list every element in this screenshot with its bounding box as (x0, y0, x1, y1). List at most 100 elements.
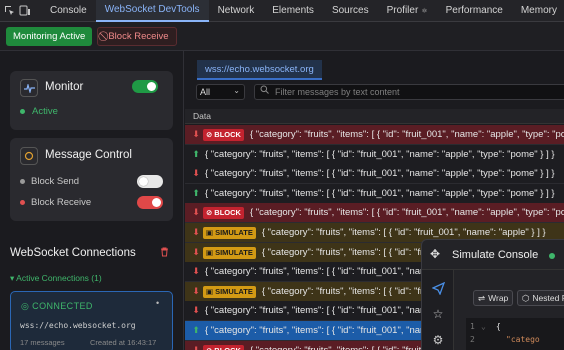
tab-console[interactable]: Console (41, 0, 96, 22)
message-text: { "category": "fruits", "items": [ { "id… (261, 227, 546, 238)
tab-profiler[interactable]: Profiler ⚛ (378, 0, 437, 22)
data-column-header: Data (185, 109, 564, 124)
message-control-card: Message Control Block Send Block Receive (10, 138, 173, 221)
block-icon: ⊘ (206, 130, 213, 139)
tab-elements[interactable]: Elements (263, 0, 323, 22)
incoming-arrow-icon: ⬇ (192, 247, 200, 257)
inspect-element-icon[interactable] (4, 3, 15, 19)
badge-label: SIMULATE (215, 287, 253, 296)
badge-label: BLOCK (214, 130, 241, 139)
message-text: { "category": "fruits", "items": [ { "id… (205, 188, 555, 199)
block-receive-sidebar-label: Block Receive (31, 197, 92, 208)
message-row[interactable]: ⬇ { "category": "fruits", "items": [ { "i… (185, 164, 564, 184)
block-receive-button[interactable]: ⃠ Block Receive (97, 26, 177, 46)
message-row[interactable]: ⬆ { "category": "fruits", "items": [ { "i… (185, 184, 564, 204)
direction-filter-select[interactable]: All ⌄ (196, 84, 245, 100)
search-icon (260, 85, 269, 96)
tab-memory[interactable]: Memory (512, 0, 564, 22)
incoming-arrow-icon: ⬇ (192, 207, 200, 217)
simulate-badge: ▣ SIMULATE (203, 285, 256, 298)
tab-profiler-label: Profiler (386, 5, 419, 16)
block-badge: ⊘BLOCK (203, 344, 244, 350)
connection-menu-icon[interactable]: • (156, 298, 159, 308)
line-number: 2 (470, 335, 475, 344)
monitor-status-text: Active (32, 106, 58, 117)
wrap-icon: ⇌ (478, 292, 486, 303)
sidebar: Monitor Active Message Control Block Sen… (0, 51, 184, 350)
block-send-label: Block Send (31, 176, 80, 187)
tab-sources[interactable]: Sources (323, 0, 378, 22)
connection-status-text: CONNECTED (32, 301, 93, 311)
connection-card[interactable]: ◎ CONNECTED • wss://echo.websocket.org 1… (10, 291, 173, 350)
monitor-title: Monitor (45, 81, 84, 93)
code-line: "catego (506, 335, 540, 344)
incoming-arrow-icon: ⬇ (192, 286, 200, 296)
code-editor[interactable]: 1 ⌄ { 2 "catego (466, 318, 564, 350)
block-icon: ⊘ (206, 346, 212, 350)
connection-status: ◎ CONNECTED (21, 301, 93, 312)
connection-url-tab[interactable]: wss://echo.websocket.org (197, 60, 322, 80)
simulate-console: ✥ Simulate Console ☆ ⚙ ⇌ Wrap ⬡ Nested P 1… (421, 239, 564, 350)
code-line: { (496, 322, 501, 331)
message-text: { "category": "fruits", "items": [ { "id… (205, 149, 555, 160)
block-badge: ⊘BLOCK (203, 128, 244, 141)
devtools-window: Console WebSocket DevTools Network Eleme… (0, 0, 564, 350)
activity-icon (20, 79, 38, 97)
search-placeholder: Filter messages by text content (275, 87, 400, 97)
message-row[interactable]: ⬇⊘BLOCK{ "category": "fruits", "items": … (185, 125, 564, 145)
simulate-sidebar: ☆ ⚙ (422, 270, 454, 350)
gear-icon[interactable]: ⚙ (422, 328, 454, 350)
send-icon[interactable] (422, 276, 454, 300)
simulate-icon: ▣ (206, 287, 214, 296)
wrap-label: Wrap (488, 293, 509, 303)
monitor-toggle[interactable] (132, 80, 158, 93)
message-control-title: Message Control (45, 149, 132, 161)
simulate-icon: ▣ (206, 228, 214, 237)
simulate-badge: ▣ SIMULATE (203, 226, 256, 239)
badge-label: SIMULATE (215, 228, 253, 237)
check-circle-icon: ◎ (21, 301, 30, 311)
chevron-down-icon: ⌄ (233, 86, 240, 95)
message-search-input[interactable]: Filter messages by text content (254, 84, 564, 100)
incoming-arrow-icon: ⬇ (192, 305, 200, 315)
message-text: { "category": "fruits", "items": [ { "id… (249, 129, 564, 140)
message-control-icon (20, 147, 38, 165)
fold-chevron-icon[interactable]: ⌄ (481, 322, 486, 331)
ws-toolbar: Monitoring Active ⃠ Block Receive (0, 22, 564, 51)
incoming-arrow-icon: ⬇ (192, 227, 200, 237)
clear-connections-icon[interactable] (160, 247, 169, 260)
simulate-console-title: Simulate Console (452, 249, 539, 261)
badge-label: SIMULATE (215, 248, 253, 257)
profiler-settings-icon: ⚛ (421, 7, 428, 15)
star-icon[interactable]: ☆ (422, 302, 454, 326)
connection-created-time: Created at 16:43:17 (90, 338, 157, 347)
block-send-toggle[interactable] (137, 175, 163, 188)
block-receive-toggle[interactable] (137, 196, 163, 209)
block-receive-toggle-knob (152, 198, 161, 207)
outgoing-arrow-icon: ⬆ (192, 325, 200, 335)
monitor-toggle-knob (147, 82, 156, 91)
filter-row: All ⌄ Filter messages by text content (185, 83, 564, 103)
tab-websocket-devtools[interactable]: WebSocket DevTools (95, 0, 209, 22)
block-icon: ⊘ (206, 208, 213, 217)
simulate-badge: ▣ SIMULATE (203, 246, 256, 259)
monitoring-active-button[interactable]: Monitoring Active (6, 26, 93, 46)
device-toolbar-icon[interactable] (19, 3, 31, 19)
message-row[interactable]: ⬇⊘BLOCK{ "category": "fruits", "items": … (185, 203, 564, 223)
move-icon[interactable]: ✥ (430, 247, 440, 261)
wrap-button[interactable]: ⇌ Wrap (473, 290, 514, 306)
block-badge: ⊘BLOCK (203, 206, 244, 219)
message-row[interactable]: ⬆ { "category": "fruits", "items": [ { "i… (185, 145, 564, 165)
tab-performance[interactable]: Performance (437, 0, 512, 22)
simulate-console-header: ✥ Simulate Console (422, 240, 564, 270)
active-connections-label[interactable]: ▾ Active Connections (1) (10, 273, 102, 284)
block-send-dot (20, 179, 25, 184)
line-number: 1 (470, 322, 475, 331)
nested-parse-button[interactable]: ⬡ Nested P (517, 290, 564, 306)
connection-url: wss://echo.websocket.org (20, 321, 136, 330)
simulate-icon: ▣ (206, 248, 214, 257)
monitor-card: Monitor Active (10, 71, 173, 130)
nested-label: Nested P (532, 293, 564, 303)
tab-network[interactable]: Network (209, 0, 264, 22)
message-text: { "category": "fruits", "items": [ { "id… (205, 168, 555, 179)
